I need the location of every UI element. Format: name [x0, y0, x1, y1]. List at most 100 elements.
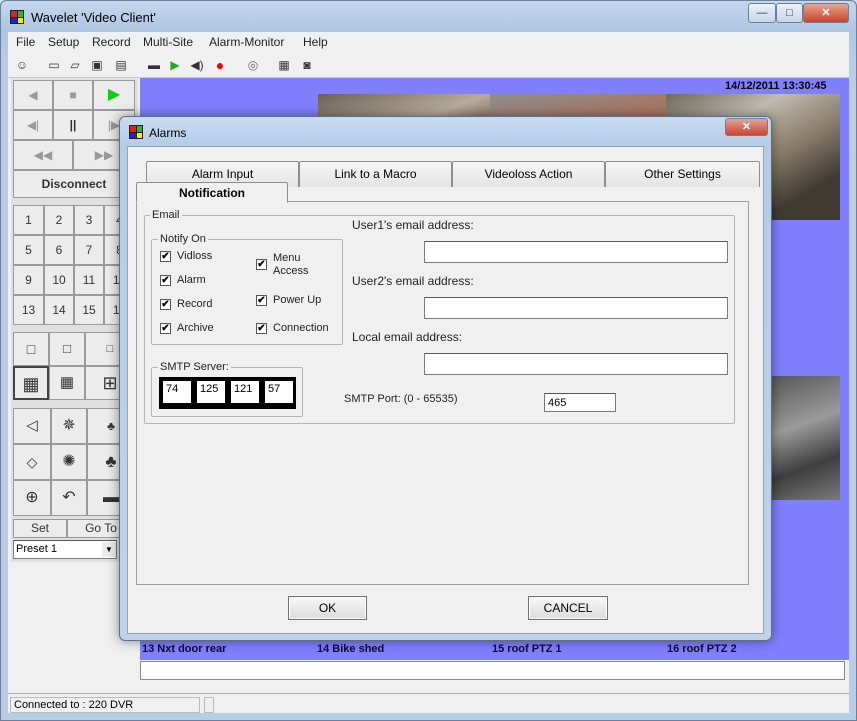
menu-record[interactable]: Record: [92, 35, 131, 49]
tab-other-settings[interactable]: Other Settings: [605, 161, 760, 187]
camera-button-2[interactable]: 2: [44, 205, 74, 235]
camera-feed-16[interactable]: [772, 376, 840, 500]
zoom-out-ptz-icon[interactable]: ◁: [13, 408, 51, 444]
record-icon[interactable]: ▬: [145, 56, 163, 74]
dialog-close-button[interactable]: ✕: [725, 118, 768, 136]
pause-button[interactable]: ||: [53, 110, 93, 140]
smtp-port-input[interactable]: 465: [544, 393, 616, 412]
camera-button-14[interactable]: 14: [44, 295, 74, 325]
menu-help[interactable]: Help: [303, 35, 328, 49]
connection-label: Connection: [273, 322, 329, 334]
menu-file[interactable]: File: [16, 35, 35, 49]
vidloss-checkbox[interactable]: ✔: [160, 251, 171, 262]
camera-button-9[interactable]: 9: [13, 265, 44, 295]
volume-icon[interactable]: ◀): [188, 56, 206, 74]
frame-back-button[interactable]: ◀|: [13, 110, 53, 140]
user1-email-label: User1's email address:: [352, 218, 474, 232]
dialog-title: Alarms: [149, 126, 187, 140]
close-button[interactable]: ✕: [803, 3, 849, 23]
local-email-label: Local email address:: [352, 330, 463, 344]
smtp-ip-octet-4[interactable]: 57: [265, 381, 293, 403]
app-logo-icon: [10, 10, 24, 24]
menu-setup[interactable]: Setup: [48, 35, 79, 49]
film-icon[interactable]: ▦: [275, 56, 293, 74]
camera-label-14: 14 Bike shed: [317, 643, 385, 655]
tab-link-macro[interactable]: Link to a Macro: [299, 161, 452, 187]
set-preset-button[interactable]: Set: [13, 519, 67, 538]
menu-bar: File Setup Record Multi-Site Alarm-Monit…: [8, 32, 849, 52]
smtp-ip-octet-3[interactable]: 121: [231, 381, 259, 403]
camera-button-6[interactable]: 6: [44, 235, 74, 265]
smtp-ip-octet-1[interactable]: 74: [163, 381, 191, 403]
layout-grid-9-icon[interactable]: ▦: [49, 366, 85, 400]
open-folder-icon[interactable]: ▱: [66, 56, 84, 74]
monitor-icon[interactable]: ▭: [45, 56, 63, 74]
alarm-checkbox[interactable]: ✔: [160, 275, 171, 286]
local-email-input[interactable]: [424, 353, 728, 375]
camera-button-15[interactable]: 15: [74, 295, 104, 325]
notify-group-label: Notify On: [158, 233, 208, 245]
camera-button-7[interactable]: 7: [74, 235, 104, 265]
camera-button-5[interactable]: 5: [13, 235, 44, 265]
dialog-logo-icon: [129, 125, 143, 139]
alarms-dialog: Alarms ✕ Alarm Input Link to a Macro Vid…: [119, 116, 772, 641]
camera-label-15: 15 roof PTZ 1: [492, 643, 562, 655]
camera-label-13: 13 Nxt door rear: [142, 643, 227, 655]
video-timestamp: 14/12/2011 13:30:45: [725, 80, 827, 92]
record-dot-icon[interactable]: ●: [211, 56, 229, 74]
layout-single-icon[interactable]: □: [13, 332, 49, 366]
user2-email-label: User2's email address:: [352, 274, 474, 288]
iris-open-icon[interactable]: ✵: [51, 408, 87, 444]
chevron-down-icon[interactable]: ▼: [102, 542, 116, 557]
disconnect-button[interactable]: Disconnect: [13, 170, 135, 198]
save-icon[interactable]: ▣: [88, 56, 106, 74]
ok-button[interactable]: OK: [288, 596, 367, 620]
iris-close-icon[interactable]: ✺: [51, 444, 87, 480]
snapshot-icon[interactable]: ◙: [298, 56, 316, 74]
tab-notification[interactable]: Notification: [136, 182, 288, 203]
user2-email-input[interactable]: [424, 297, 728, 319]
camera-button-1[interactable]: 1: [13, 205, 44, 235]
prev-button[interactable]: ◀: [13, 80, 53, 110]
camera-button-11[interactable]: 11: [74, 265, 104, 295]
email-group-label: Email: [150, 209, 182, 221]
menu-multi-site[interactable]: Multi-Site: [143, 35, 193, 49]
layout-grid-16-icon[interactable]: ▦: [13, 366, 49, 400]
camera-button-13[interactable]: 13: [13, 295, 44, 325]
smtp-group-label: SMTP Server:: [158, 361, 231, 373]
tab-videoloss-action[interactable]: Videoloss Action: [452, 161, 605, 187]
vidloss-label: Vidloss: [177, 250, 213, 262]
info-bar: [140, 661, 845, 680]
rewind-button[interactable]: ◀◀: [13, 140, 73, 170]
status-bar: Connected to : 220 DVR: [8, 693, 849, 713]
camera-button-10[interactable]: 10: [44, 265, 74, 295]
smtp-ip-field[interactable]: 74 125 121 57: [159, 377, 296, 409]
maximize-button[interactable]: □: [776, 3, 803, 23]
zoom-icon[interactable]: ⊕: [13, 480, 51, 516]
stop-button[interactable]: ■: [53, 80, 93, 110]
menu-access-label: Menu Access: [273, 252, 309, 277]
smtp-ip-octet-2[interactable]: 125: [197, 381, 225, 403]
undo-icon[interactable]: ↶: [51, 480, 87, 516]
power-up-checkbox[interactable]: ✔: [256, 295, 267, 306]
camera-icon[interactable]: ☺: [13, 56, 31, 74]
minimize-button[interactable]: —: [748, 3, 776, 23]
smtp-port-label: SMTP Port: (0 - 65535): [344, 393, 458, 405]
play-icon[interactable]: ▶: [166, 56, 184, 74]
user1-email-input[interactable]: [424, 241, 728, 263]
alarm-label: Alarm: [177, 274, 206, 286]
play-button[interactable]: ▶: [93, 80, 135, 110]
menu-access-checkbox[interactable]: ✔: [256, 259, 267, 270]
print-icon[interactable]: ▤: [112, 56, 130, 74]
cancel-button[interactable]: CANCEL: [528, 596, 608, 620]
layout-single-small-icon[interactable]: □: [49, 332, 85, 366]
camera-button-3[interactable]: 3: [74, 205, 104, 235]
record-checkbox[interactable]: ✔: [160, 299, 171, 310]
search-icon[interactable]: ◎: [244, 56, 262, 74]
archive-checkbox[interactable]: ✔: [160, 323, 171, 334]
record-label: Record: [177, 298, 213, 310]
dialog-body: Alarm Input Link to a Macro Videoloss Ac…: [127, 146, 764, 634]
zoom-in-ptz-icon[interactable]: ◇: [13, 444, 51, 480]
menu-alarm-monitor[interactable]: Alarm-Monitor: [209, 35, 284, 49]
connection-checkbox[interactable]: ✔: [256, 323, 267, 334]
